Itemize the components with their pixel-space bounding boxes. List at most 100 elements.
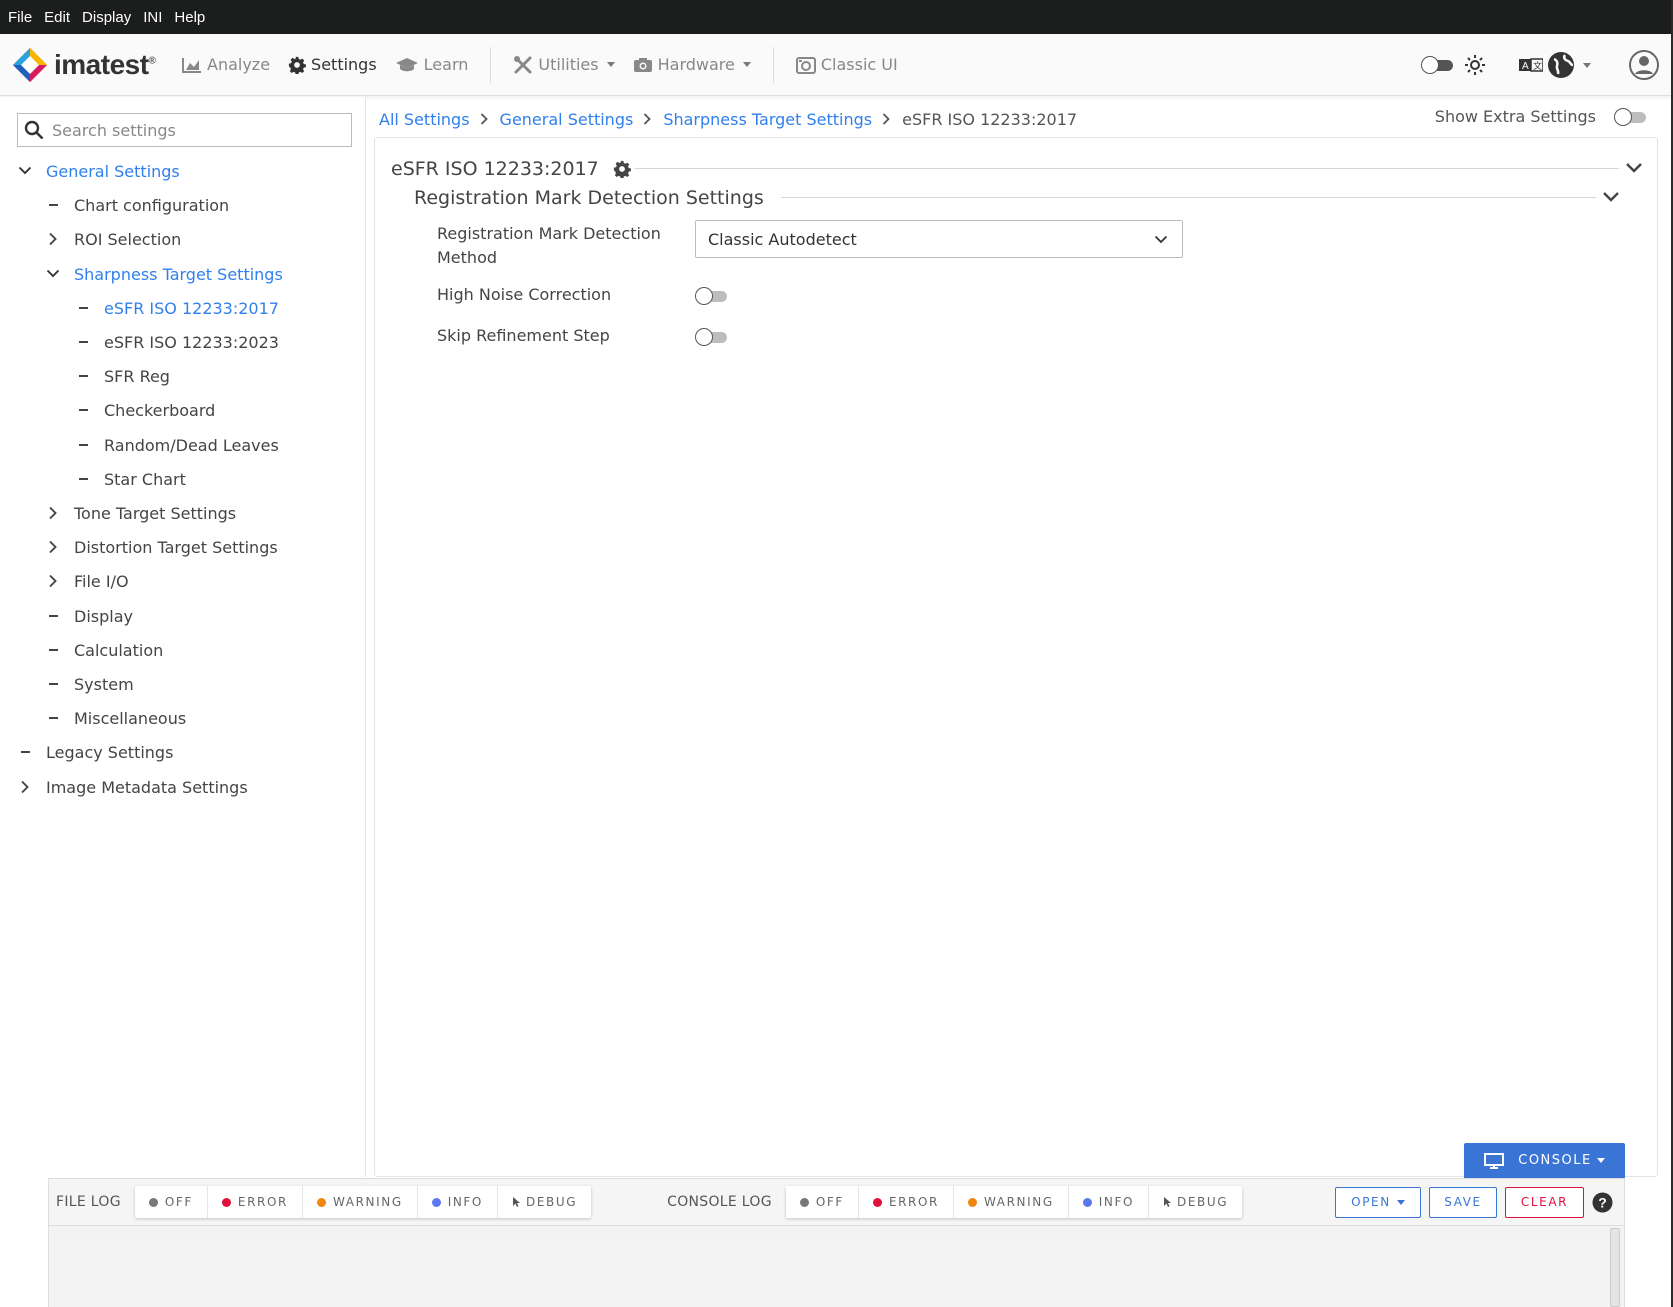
breadcrumb-all-settings[interactable]: All Settings — [379, 110, 470, 129]
chevron-right-icon[interactable] — [46, 574, 60, 588]
file-log-warning-button[interactable]: WARNING — [303, 1186, 418, 1218]
sun-icon[interactable] — [1465, 55, 1485, 75]
sidebar-item-system[interactable]: System — [46, 672, 134, 696]
console-log-debug-button[interactable]: DEBUG — [1149, 1186, 1242, 1218]
section-divider — [635, 168, 1619, 169]
classic-camera-icon — [795, 56, 816, 74]
console-log-error-button[interactable]: ERROR — [859, 1186, 954, 1218]
file-log-off-button[interactable]: OFF — [135, 1186, 208, 1218]
nav-learn[interactable]: Learn — [395, 55, 468, 74]
console-log-info-button[interactable]: INFO — [1069, 1186, 1149, 1218]
chevron-right-icon — [643, 113, 652, 125]
gear-icon — [288, 56, 306, 74]
chevron-right-icon[interactable] — [46, 506, 60, 520]
breadcrumb-sharpness-target-settings[interactable]: Sharpness Target Settings — [663, 110, 872, 129]
imatest-logo[interactable]: imatest® — [12, 47, 162, 83]
section-collapse-chevron-icon[interactable] — [1625, 162, 1643, 174]
console-log-warning-button[interactable]: WARNING — [954, 1186, 1069, 1218]
sidebar-item-random-dead-leaves[interactable]: Random/Dead Leaves — [76, 433, 279, 457]
nav-settings[interactable]: Settings — [288, 55, 377, 74]
dash-icon — [46, 198, 60, 212]
sidebar-item-label: General Settings — [46, 161, 180, 181]
sidebar-item-general-settings[interactable]: General Settings — [18, 159, 180, 183]
log-scrollbar[interactable] — [1610, 1228, 1620, 1307]
status-dot-icon — [221, 1197, 231, 1207]
chevron-down-icon[interactable] — [46, 267, 60, 281]
subsection-divider — [781, 197, 1596, 198]
console-log-off-button[interactable]: OFF — [786, 1186, 859, 1218]
save-log-button[interactable]: SAVE — [1429, 1186, 1497, 1218]
skip-refinement-step-toggle[interactable] — [695, 328, 727, 346]
menu-edit[interactable]: Edit — [44, 9, 70, 26]
status-dot-icon — [148, 1197, 158, 1207]
menu-file[interactable]: File — [8, 9, 32, 26]
show-extra-settings-toggle[interactable] — [1614, 107, 1646, 126]
menu-ini[interactable]: INI — [143, 9, 162, 26]
dash-icon — [46, 643, 60, 657]
sidebar-item-distortion-target-settings[interactable]: Distortion Target Settings — [46, 535, 278, 559]
nav-hardware[interactable]: Hardware — [633, 55, 751, 74]
sidebar-item-tone-target-settings[interactable]: Tone Target Settings — [46, 501, 236, 525]
header-tools: A文 — [1421, 34, 1673, 96]
file-log-debug-button[interactable]: DEBUG — [498, 1186, 591, 1218]
sidebar-item-label: SFR Reg — [104, 366, 170, 386]
theme-toggle[interactable] — [1421, 56, 1453, 74]
nav-divider — [490, 46, 492, 83]
section-gear-icon[interactable] — [613, 160, 631, 178]
dash-icon — [46, 711, 60, 725]
console-button[interactable]: CONSOLE — [1464, 1143, 1625, 1178]
sidebar-item-star-chart[interactable]: Star Chart — [76, 467, 186, 491]
sidebar-item-esfr-iso-12233-2017[interactable]: eSFR ISO 12233:2017 — [76, 296, 279, 320]
translate-icon[interactable]: A文 — [1519, 56, 1543, 74]
sidebar-item-miscellaneous[interactable]: Miscellaneous — [46, 706, 186, 730]
sidebar-item-legacy-settings[interactable]: Legacy Settings — [18, 740, 173, 764]
menu-help[interactable]: Help — [174, 9, 205, 26]
sidebar-item-sfr-reg[interactable]: SFR Reg — [76, 364, 170, 388]
subsection-title: Registration Mark Detection Settings — [414, 187, 764, 209]
sidebar-item-chart-configuration[interactable]: Chart configuration — [46, 193, 229, 217]
sidebar-item-sharpness-target-settings[interactable]: Sharpness Target Settings — [46, 262, 283, 286]
file-log-error-button[interactable]: ERROR — [208, 1186, 303, 1218]
brand-name: imatest® — [54, 48, 156, 80]
breadcrumb-general-settings[interactable]: General Settings — [500, 110, 634, 129]
dash-icon — [76, 301, 90, 315]
high-noise-correction-toggle[interactable] — [695, 287, 727, 305]
chevron-right-icon[interactable] — [46, 540, 60, 554]
menu-display[interactable]: Display — [82, 9, 131, 26]
sidebar-item-file-i-o[interactable]: File I/O — [46, 569, 129, 593]
sidebar-item-esfr-iso-12233-2023[interactable]: eSFR ISO 12233:2023 — [76, 330, 279, 354]
nav-analyze[interactable]: Analyze — [182, 55, 270, 74]
sidebar-item-label: Star Chart — [104, 469, 186, 489]
language-chevron-down-icon[interactable] — [1583, 62, 1591, 68]
subsection-collapse-chevron-icon[interactable] — [1602, 191, 1620, 203]
file-log-info-button[interactable]: INFO — [418, 1186, 498, 1218]
dash-icon — [76, 403, 90, 417]
nav-utilities[interactable]: Utilities — [513, 55, 615, 75]
sidebar-item-label: Checkerboard — [104, 400, 216, 420]
chevron-down-icon[interactable] — [18, 164, 32, 178]
chevron-right-icon — [480, 113, 488, 125]
help-icon[interactable]: ? — [1592, 1192, 1613, 1213]
chart-area-icon — [182, 57, 201, 73]
sidebar-item-roi-selection[interactable]: ROI Selection — [46, 227, 181, 251]
user-avatar-icon[interactable] — [1629, 50, 1659, 80]
toggle-knob — [1614, 107, 1632, 126]
sidebar-item-checkerboard[interactable]: Checkerboard — [76, 398, 215, 422]
log-output-area[interactable] — [48, 1226, 1625, 1307]
chevron-right-icon[interactable] — [18, 780, 32, 794]
sidebar-item-image-metadata-settings[interactable]: Image Metadata Settings — [18, 775, 248, 799]
chevron-down-icon — [1154, 235, 1168, 244]
detection-method-select[interactable]: Classic Autodetect — [695, 220, 1183, 258]
sidebar-item-display[interactable]: Display — [46, 604, 133, 628]
search-settings-input[interactable]: Search settings — [17, 113, 352, 147]
open-log-button[interactable]: OPEN — [1335, 1186, 1421, 1218]
console-log-levels: OFF ERROR WARNING INFO DEBUG — [785, 1186, 1243, 1218]
globe-icon[interactable] — [1547, 51, 1575, 79]
sidebar-item-label: Chart configuration — [74, 195, 230, 215]
chevron-right-icon[interactable] — [46, 232, 60, 246]
sidebar-item-calculation[interactable]: Calculation — [46, 638, 163, 662]
nav-classic-ui[interactable]: Classic UI — [795, 55, 898, 74]
toggle-knob — [695, 287, 713, 305]
monitor-icon — [1484, 1152, 1505, 1169]
clear-log-button[interactable]: CLEAR — [1505, 1186, 1584, 1218]
